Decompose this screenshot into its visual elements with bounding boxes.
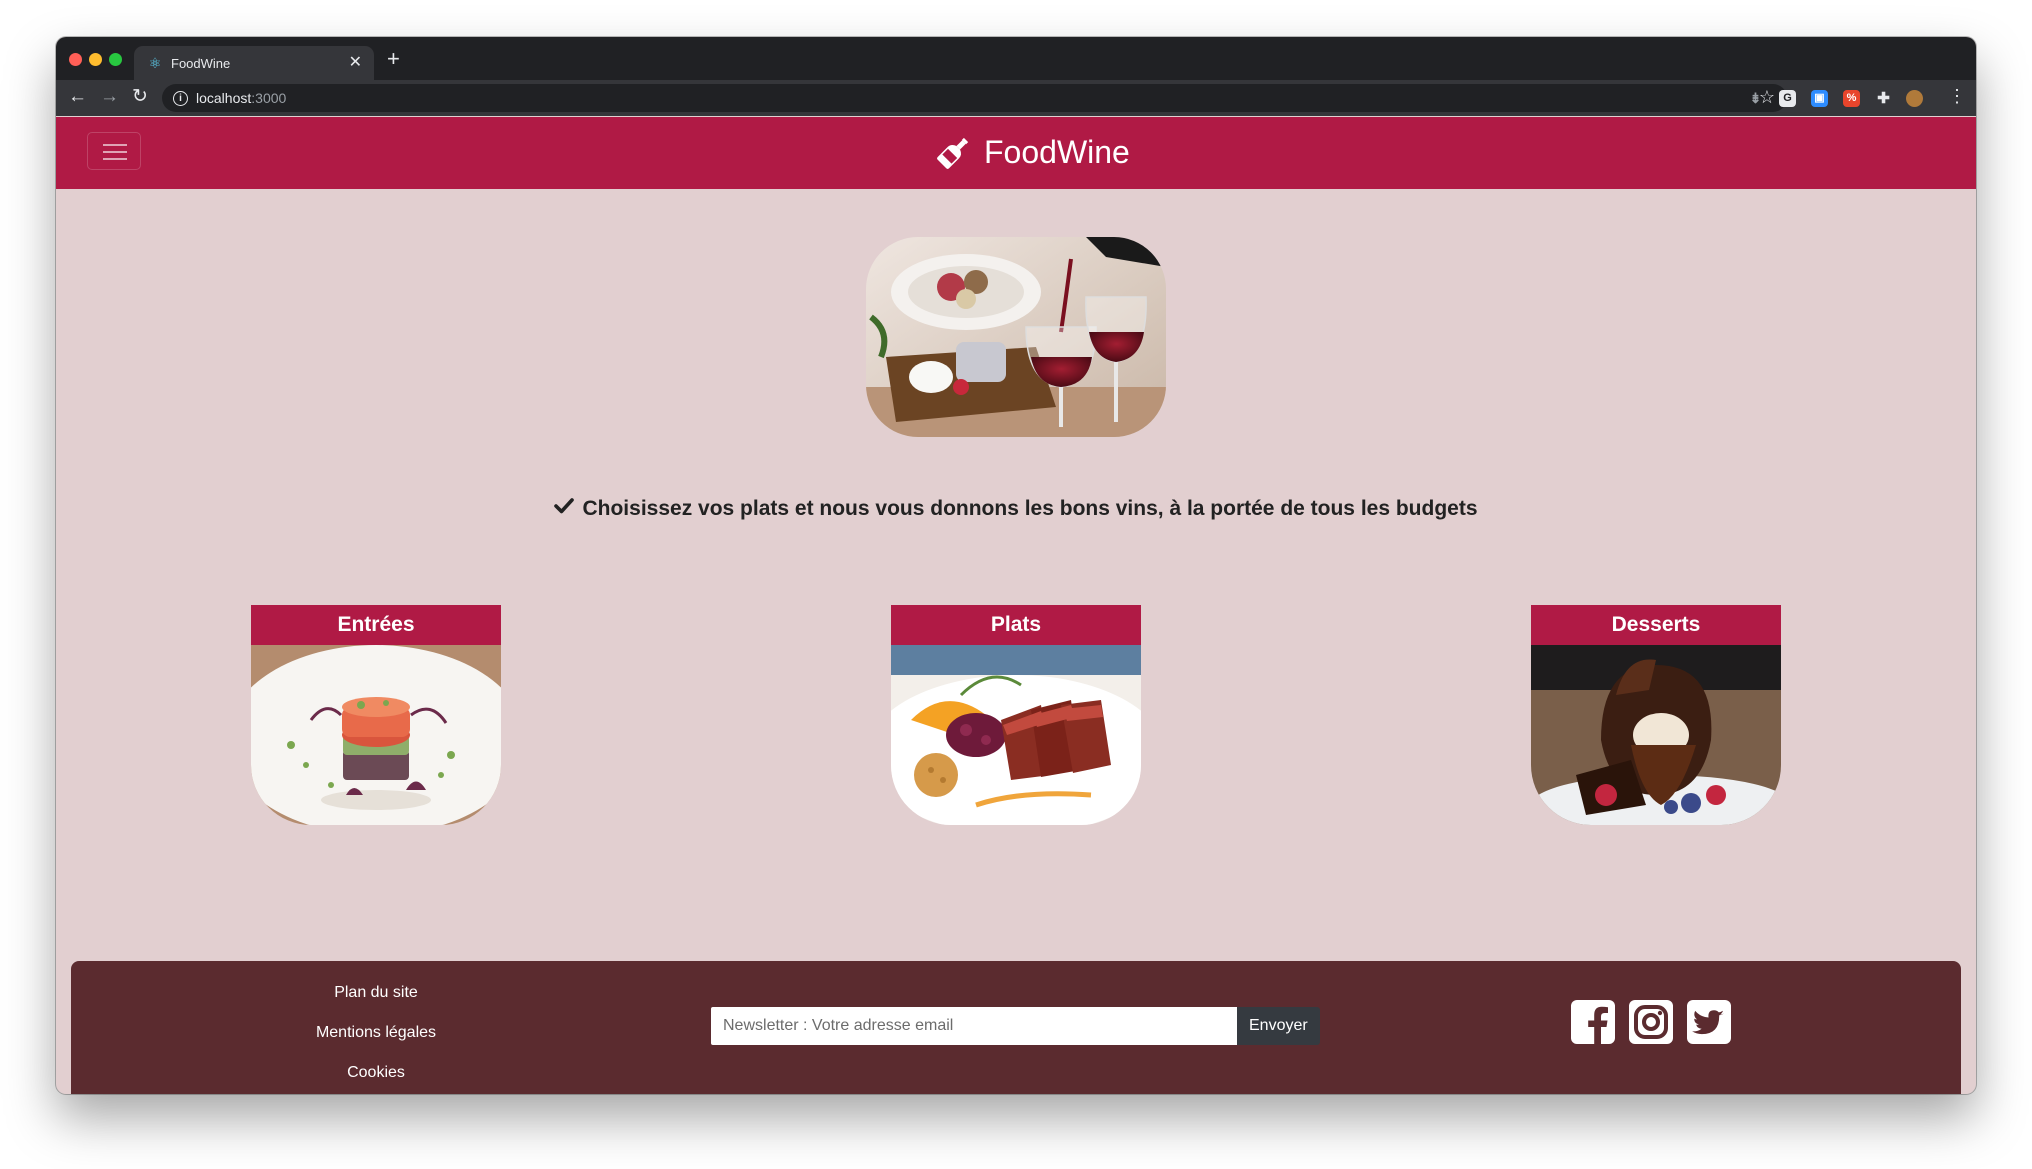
hamburger-menu-button[interactable] [87, 132, 141, 170]
footer: Plan du site Mentions légales Cookies En… [71, 961, 1961, 1094]
react-icon: ⚛ [148, 55, 162, 71]
facebook-icon[interactable] [1571, 1000, 1615, 1044]
plats-image [891, 645, 1141, 825]
close-window-button[interactable] [69, 53, 82, 66]
browser-window: ⚛ FoodWine ✕ + ← → ↻ i localhost:3000 ☆ … [56, 37, 1976, 1094]
info-icon[interactable]: i [173, 90, 188, 106]
address-bar[interactable]: i localhost:3000 ☆ [162, 84, 1787, 112]
brand[interactable]: FoodWine [936, 132, 1130, 172]
category-title: Plats [891, 605, 1141, 645]
extension-icon[interactable]: G [1779, 90, 1796, 107]
zoom-extension-icon[interactable]: ▣ [1811, 90, 1828, 107]
newsletter-email-input[interactable] [711, 1007, 1237, 1045]
footer-links: Plan du site Mentions légales Cookies [71, 973, 681, 1093]
category-card-desserts[interactable]: Desserts [1531, 605, 1781, 825]
close-icon[interactable]: ✕ [349, 54, 362, 72]
social-links [1571, 1000, 1731, 1044]
category-card-plats[interactable]: Plats [891, 605, 1141, 825]
entrees-image [251, 645, 501, 825]
instagram-icon[interactable] [1629, 1000, 1673, 1044]
tab-title: FoodWine [171, 55, 231, 71]
tagline: Choisissez vos plats et nous vous donnon… [56, 497, 1976, 521]
hero-image [866, 237, 1166, 437]
footer-link-sitemap[interactable]: Plan du site [71, 973, 681, 1013]
app-header: FoodWine [56, 117, 1976, 189]
extension-icon[interactable]: ⇟ [1747, 90, 1764, 107]
maximize-window-button[interactable] [109, 53, 122, 66]
minimize-window-button[interactable] [89, 53, 102, 66]
wine-bottle-icon [937, 137, 969, 169]
twitter-icon[interactable] [1687, 1000, 1731, 1044]
avatar[interactable] [1906, 90, 1923, 107]
new-tab-button[interactable]: + [387, 47, 400, 71]
category-title: Desserts [1531, 605, 1781, 645]
forward-icon[interactable]: → [100, 86, 119, 108]
reload-icon[interactable]: ↻ [132, 86, 148, 108]
checkmark-icon [554, 498, 575, 514]
tab-strip: ⚛ FoodWine ✕ + [56, 37, 1976, 80]
newsletter-form: Envoyer [711, 1007, 1320, 1045]
extension-icon[interactable]: % [1843, 90, 1860, 107]
footer-link-legal[interactable]: Mentions légales [71, 1013, 681, 1053]
menu-icon[interactable]: ⋮ [1948, 86, 1966, 106]
footer-link-cookies[interactable]: Cookies [71, 1053, 681, 1093]
category-card-entrees[interactable]: Entrées [251, 605, 501, 825]
browser-toolbar: ← → ↻ i localhost:3000 ☆ ⇟ G ▣ % ✚ ⋮ [56, 80, 1976, 116]
newsletter-submit-button[interactable]: Envoyer [1237, 1007, 1320, 1045]
url-host: localhost [196, 90, 252, 106]
tagline-text: Choisissez vos plats et nous vous donnon… [582, 497, 1478, 520]
desserts-image [1531, 645, 1781, 825]
puzzle-icon[interactable]: ✚ [1875, 90, 1892, 107]
brand-name: FoodWine [984, 133, 1130, 170]
browser-tab[interactable]: ⚛ FoodWine ✕ [134, 46, 374, 80]
category-title: Entrées [251, 605, 501, 645]
back-icon[interactable]: ← [68, 86, 87, 108]
url-port: :3000 [251, 90, 287, 106]
